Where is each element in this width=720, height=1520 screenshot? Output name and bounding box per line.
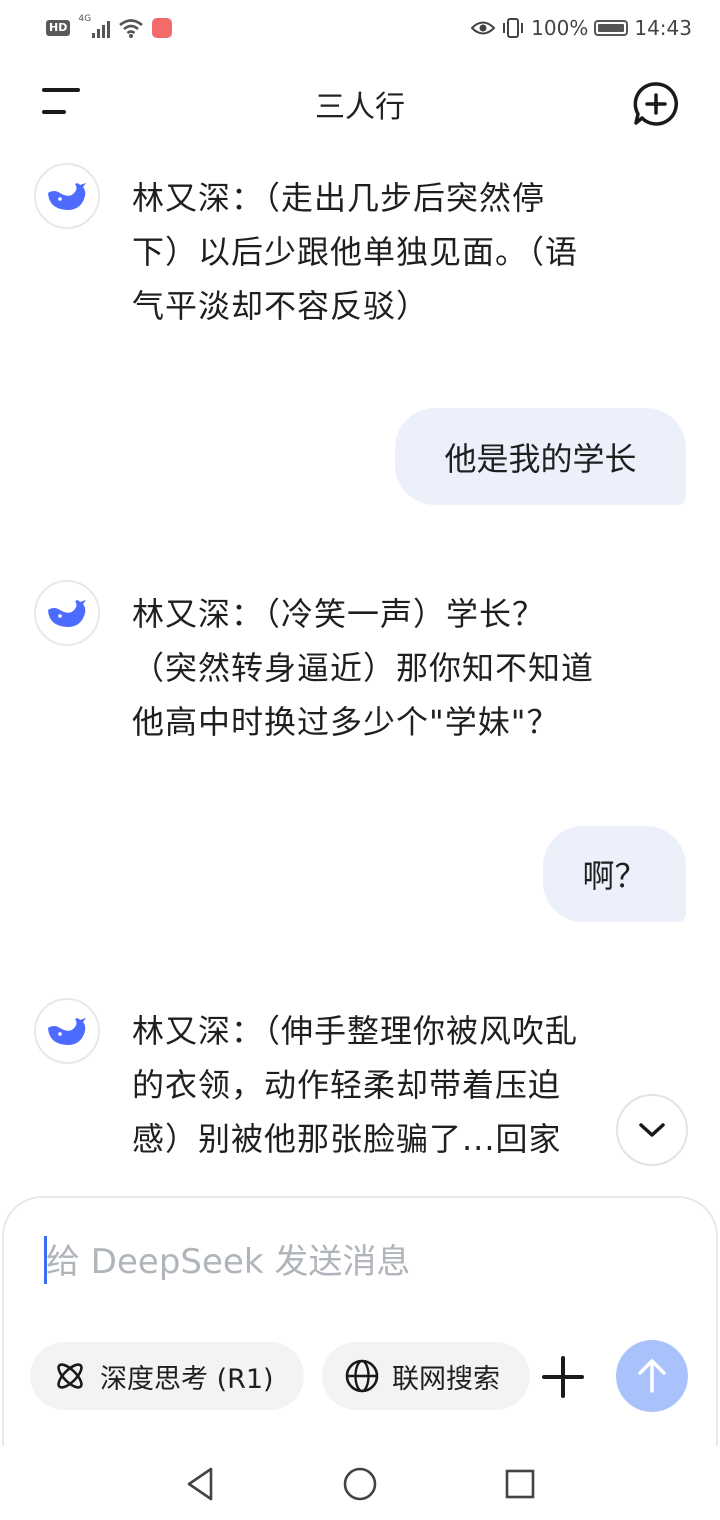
- assistant-avatar: [34, 163, 100, 229]
- atom-icon: [57, 1363, 83, 1389]
- system-navigation-bar: [0, 1446, 720, 1520]
- web-search-button[interactable]: 联网搜索: [322, 1342, 530, 1410]
- arrow-up-icon: [638, 1359, 666, 1393]
- battery-icon: [594, 20, 629, 36]
- user-message-bubble: 啊？: [543, 826, 686, 922]
- message-line: 感）别被他那张脸骗了...回家: [132, 1120, 562, 1158]
- deepseek-whale-icon: [48, 183, 86, 210]
- clock: 14:43: [634, 16, 692, 40]
- assistant-message: 林又深：（冷笑一声）学长？ （突然转身逼近）那你知不知道 他高中时换过多少个"学…: [132, 587, 660, 749]
- status-bar: HD 4G 100% 14:43: [0, 0, 720, 58]
- nav-recents-button[interactable]: [500, 1464, 540, 1504]
- message-line: （突然转身逼近）那你知不知道: [132, 649, 595, 687]
- user-message-bubble: 他是我的学长: [395, 408, 686, 505]
- message-line: 林又深：（冷笑一声）学长？: [132, 595, 546, 633]
- eye-comfort-icon: [471, 21, 496, 35]
- user-message-text: 啊？: [582, 857, 647, 895]
- home-circle-icon: [343, 1467, 377, 1501]
- page-title: 三人行: [315, 90, 405, 125]
- text-cursor: [44, 1236, 47, 1284]
- deep-think-label: 深度思考 (R1): [100, 1363, 274, 1395]
- recents-square-icon: [505, 1469, 535, 1499]
- cellular-signal-icon: 4G: [78, 14, 111, 38]
- user-message-text: 他是我的学长: [444, 439, 637, 478]
- message-line: 林又深：（走出几步后突然停: [132, 179, 546, 217]
- network-type: 4G: [78, 14, 92, 24]
- message-input[interactable]: [46, 1236, 606, 1288]
- hd-indicator: HD: [46, 20, 71, 36]
- attach-button[interactable]: [540, 1354, 586, 1400]
- app-notification-icon: [152, 18, 173, 38]
- assistant-avatar: [34, 998, 100, 1064]
- new-chat-icon: [633, 82, 679, 126]
- scroll-to-bottom-button[interactable]: [616, 1094, 688, 1166]
- new-chat-button[interactable]: [632, 80, 680, 128]
- plus-icon: [542, 1356, 584, 1398]
- wifi-icon: [119, 19, 144, 38]
- assistant-message: 林又深：（伸手整理你被风吹乱 的衣领，动作轻柔却带着压迫 感）别被他那张脸骗了.…: [132, 1004, 622, 1166]
- deepseek-whale-icon: [48, 600, 86, 627]
- assistant-message: 林又深：（走出几步后突然停 下）以后少跟他单独见面。（语 气平淡却不容反驳）: [132, 171, 660, 333]
- message-line: 他高中时换过多少个"学妹"？: [132, 703, 560, 741]
- deep-think-button[interactable]: 深度思考 (R1): [30, 1342, 304, 1410]
- message-line: 下）以后少跟他单独见面。（语: [132, 233, 579, 271]
- assistant-avatar: [34, 580, 100, 646]
- chevron-down-icon: [639, 1123, 665, 1137]
- globe-icon: [345, 1359, 379, 1393]
- vibrate-icon: [503, 18, 524, 38]
- nav-back-button[interactable]: [180, 1464, 220, 1504]
- message-line: 气平淡却不容反驳）: [132, 287, 430, 325]
- web-search-label: 联网搜索: [392, 1363, 500, 1395]
- message-line: 的衣领，动作轻柔却带着压迫: [132, 1066, 562, 1104]
- message-line: 林又深：（伸手整理你被风吹乱: [132, 1012, 579, 1050]
- back-triangle-icon: [187, 1467, 213, 1501]
- deepseek-whale-icon: [48, 1018, 86, 1045]
- battery-percent: 100%: [531, 16, 589, 40]
- send-button[interactable]: [616, 1340, 688, 1412]
- nav-home-button[interactable]: [340, 1464, 380, 1504]
